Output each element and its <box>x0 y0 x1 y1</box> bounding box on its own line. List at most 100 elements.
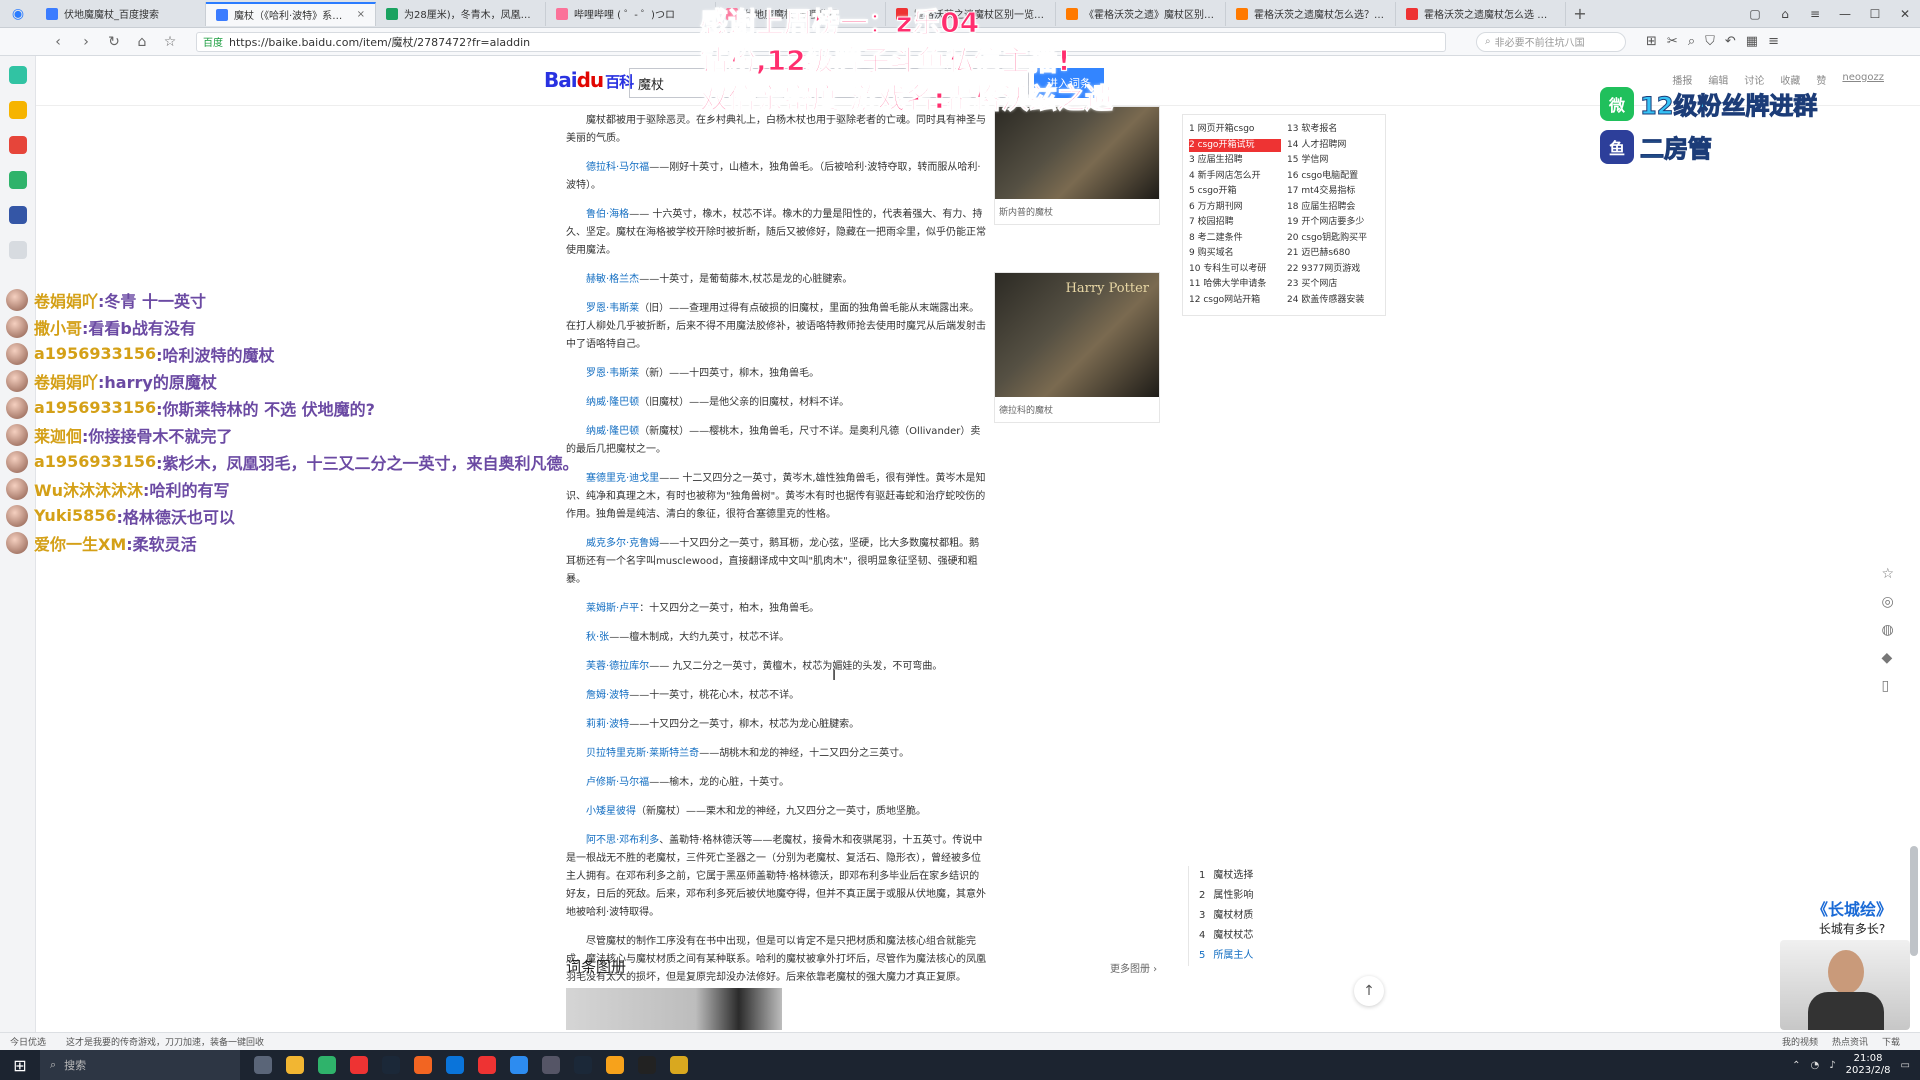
qq-share-icon[interactable]: ◆ <box>1881 650 1894 666</box>
tray-up-icon[interactable]: ⌃ <box>1792 1060 1800 1071</box>
status-item[interactable]: 下载 <box>1882 1035 1900 1048</box>
task-view-icon[interactable] <box>254 1056 272 1074</box>
character-link[interactable]: 詹姆·波特 <box>586 690 629 701</box>
reload-icon[interactable]: ↻ <box>100 34 128 50</box>
app-icon[interactable] <box>638 1056 656 1074</box>
hot-list-item[interactable]: 15 学信网 <box>1287 154 1379 168</box>
character-link[interactable]: 卢修斯·马尔福 <box>586 777 649 788</box>
character-link[interactable]: 秋·张 <box>586 632 609 643</box>
hot-list-item[interactable]: 24 欧盖传感器安装 <box>1287 294 1379 308</box>
page-scrollbar[interactable] <box>1910 846 1918 956</box>
windows-start-icon[interactable]: ⊞ <box>0 1056 40 1075</box>
sidebar-star-icon[interactable] <box>8 101 27 119</box>
image-card-draco[interactable]: Harry Potter 德拉科的魔杖 <box>994 272 1160 423</box>
notification-icon[interactable]: ▭ <box>1901 1060 1910 1071</box>
hot-list-item[interactable]: 20 csgo钥匙购买平 <box>1287 232 1379 246</box>
status-ad-text[interactable]: 这才是我要的传奇游戏，刀刀加速，装备一键回收 <box>66 1035 264 1048</box>
bookmark-star-icon[interactable]: ☆ <box>156 34 184 50</box>
sidebar-doc-icon[interactable] <box>8 241 27 259</box>
hot-list-item[interactable]: 19 开个网店要多少 <box>1287 216 1379 230</box>
header-action[interactable]: 播报 <box>1672 72 1692 87</box>
hot-list-item[interactable]: 16 csgo电脑配置 <box>1287 170 1379 184</box>
hot-list-item[interactable]: 18 应届生招聘会 <box>1287 201 1379 215</box>
app-icon[interactable] <box>350 1056 368 1074</box>
pin-icon[interactable]: ⌂ <box>1770 7 1800 21</box>
character-link[interactable]: 塞德里克·迪戈里 <box>586 473 659 484</box>
sidebar-weibo-icon[interactable] <box>8 136 27 154</box>
minimize-button[interactable]: — <box>1830 7 1860 21</box>
tab[interactable]: 霍格沃茨之遗魔杖怎么选？魔杖 <box>1226 1 1396 26</box>
character-link[interactable]: 贝拉特里克斯·莱斯特兰奇 <box>586 748 699 759</box>
grid-icon[interactable]: ▦ <box>1746 34 1758 49</box>
hot-list-item[interactable]: 11 哈佛大学申请条 <box>1189 278 1281 292</box>
app-icon[interactable] <box>510 1056 528 1074</box>
hot-list-item[interactable]: 17 mt4交易指标 <box>1287 185 1379 199</box>
app-icon[interactable] <box>606 1056 624 1074</box>
tab[interactable]: 哔哩哔哩 ( ゜- ゜)つロ <box>546 1 716 26</box>
app-icon[interactable] <box>670 1056 688 1074</box>
back-to-top-button[interactable]: ↑ <box>1354 976 1384 1006</box>
browser-icon[interactable] <box>318 1056 336 1074</box>
hot-list-item[interactable]: 8 考二建条件 <box>1189 232 1281 246</box>
character-link[interactable]: 罗恩·韦斯莱 <box>586 368 639 379</box>
hot-list-item[interactable]: 12 csgo网站开箱 <box>1189 294 1281 308</box>
character-link[interactable]: 威克多尔·克鲁姆 <box>586 538 659 549</box>
forward-icon[interactable]: › <box>72 34 100 50</box>
home-icon[interactable]: ⌂ <box>128 34 156 50</box>
network-icon[interactable]: ◔ <box>1811 1060 1820 1071</box>
steam-icon[interactable] <box>382 1056 400 1074</box>
hot-list-item[interactable]: 1 网页开箱csgo <box>1189 123 1281 137</box>
hot-list-item[interactable]: 22 9377网页游戏 <box>1287 263 1379 277</box>
header-action[interactable]: 收藏 <box>1780 72 1800 87</box>
scissors-icon[interactable]: ✂ <box>1667 34 1678 49</box>
tab[interactable]: 为28厘米)，冬青木，凤凰羽毛 <box>376 1 546 26</box>
sidebar-note-icon[interactable] <box>8 206 27 224</box>
toc-item[interactable]: 3 魔杖材质 <box>1199 906 1253 926</box>
status-item[interactable]: 热点资讯 <box>1832 1035 1868 1048</box>
netease-music-icon[interactable] <box>478 1056 496 1074</box>
character-link[interactable]: 德拉科·马尔福 <box>586 162 649 173</box>
toc-item[interactable]: 4 魔杖杖芯 <box>1199 926 1253 946</box>
phone-icon[interactable]: ▯ <box>1881 678 1894 694</box>
hot-list-item[interactable]: 21 迈巴赫s680 <box>1287 247 1379 261</box>
character-link[interactable]: 小矮星彼得 <box>586 806 636 817</box>
today-picks[interactable]: 今日优选 <box>10 1035 46 1048</box>
image-card-snape[interactable]: 斯内普的魔杖 <box>994 106 1160 225</box>
hot-list-item[interactable]: 9 购买域名 <box>1189 247 1281 261</box>
character-link[interactable]: 鲁伯·海格 <box>586 209 629 220</box>
toc-item[interactable]: 2 属性影响 <box>1199 886 1253 906</box>
character-link[interactable]: 纳威·隆巴顿 <box>586 426 639 437</box>
tab[interactable]: 魔杖（《哈利·波特》系列中的魔法） × <box>206 1 376 26</box>
back-icon[interactable]: ‹ <box>44 34 72 50</box>
volume-icon[interactable]: ♪ <box>1829 1060 1835 1071</box>
more-menu-icon[interactable]: ≡ <box>1768 34 1779 49</box>
character-link[interactable]: 赫敏·格兰杰 <box>586 274 639 285</box>
close-window-button[interactable]: ✕ <box>1890 7 1920 21</box>
header-action[interactable]: 编辑 <box>1708 72 1728 87</box>
hot-list-item[interactable]: 4 新手网店怎么开 <box>1189 170 1281 184</box>
side-search-input[interactable]: ⌕ 非必要不前往坑八国 <box>1476 31 1626 52</box>
taskbar-search[interactable]: ⌕ 搜索 <box>40 1050 240 1080</box>
toc-item[interactable]: 1 魔杖选择 <box>1199 866 1253 886</box>
sidebar-toggle-icon[interactable]: ▢ <box>1740 7 1770 21</box>
zoom-icon[interactable]: ⌕ <box>1688 34 1695 49</box>
character-link[interactable]: 莉莉·波特 <box>586 719 629 730</box>
new-tab-button[interactable]: + <box>1566 4 1594 23</box>
menu-icon[interactable]: ≡ <box>1800 7 1830 21</box>
album-thumbnail[interactable] <box>566 988 782 1030</box>
steam-icon[interactable] <box>574 1056 592 1074</box>
hot-list-item[interactable]: 3 应届生招聘 <box>1189 154 1281 168</box>
great-wall-ad[interactable]: 《长城绘》 长城有多长? <box>1812 896 1892 937</box>
toc-item[interactable]: 5 所属主人 <box>1199 946 1253 966</box>
browser-logo-icon[interactable]: ◉ <box>0 6 36 22</box>
character-link[interactable]: 阿不思·邓布利多 <box>586 835 659 846</box>
shield-icon[interactable]: ⛉ <box>1705 34 1715 49</box>
extension-icon[interactable]: ⊞ <box>1646 34 1657 49</box>
undo-icon[interactable]: ↶ <box>1725 34 1736 49</box>
hot-list-item[interactable]: 6 万方期刊网 <box>1189 201 1281 215</box>
user-name[interactable]: neogozz <box>1842 72 1884 87</box>
character-link[interactable]: 纳威·隆巴顿 <box>586 397 639 408</box>
hot-list-item[interactable]: 13 软考报名 <box>1287 123 1379 137</box>
character-link[interactable]: 莱姆斯·卢平 <box>586 603 639 614</box>
explorer-icon[interactable] <box>286 1056 304 1074</box>
